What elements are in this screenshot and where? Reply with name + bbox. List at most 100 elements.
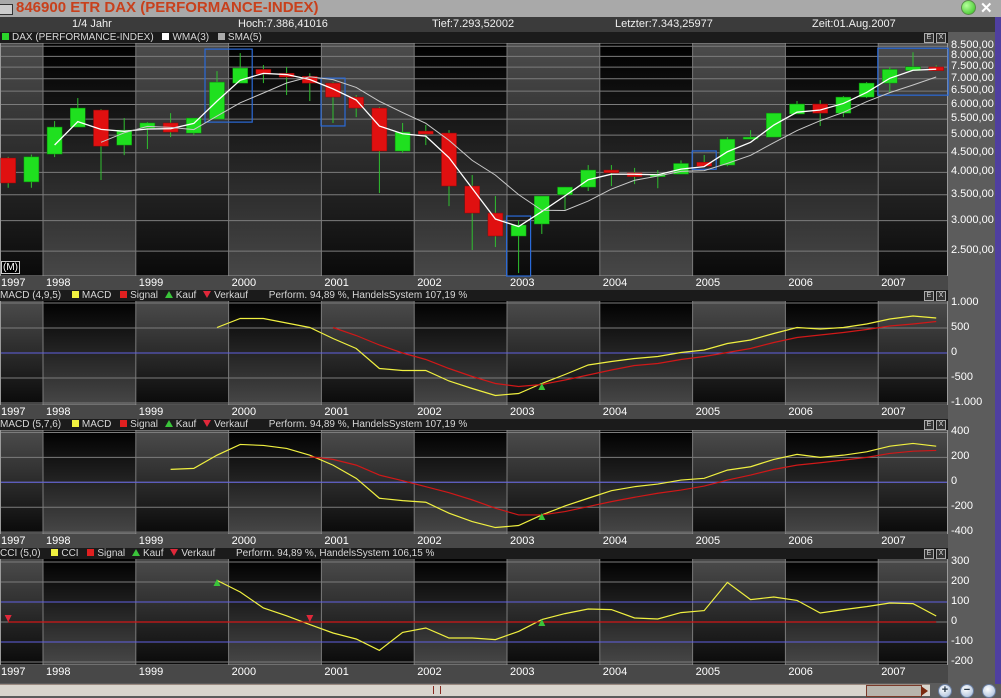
panel-menu-button[interactable]: E (924, 33, 934, 43)
panel-3 (0, 557, 948, 683)
chart-canvas[interactable] (0, 0, 1001, 695)
signal-color-swatch (120, 291, 128, 298)
main-legend: DAX (PERFORMANCE-INDEX) WMA(3) SMA(5) (0, 32, 948, 43)
candle-up (557, 186, 573, 196)
year-label: 2002 (417, 666, 442, 678)
year-band (43, 43, 136, 276)
year-label: 2003 (510, 406, 535, 418)
close-window-button[interactable]: ✕ (980, 0, 993, 17)
panel-menu-button[interactable]: E (924, 420, 934, 430)
buy-triangle-icon (164, 420, 173, 427)
year-band (692, 558, 786, 665)
scrollbar-grip[interactable] (433, 686, 441, 694)
last-value: Letzter:7.343,25977 (615, 18, 713, 30)
y-tick-label: -400 (951, 525, 974, 538)
dax-color-swatch (2, 33, 9, 40)
candle-down (464, 185, 480, 214)
wma-color-swatch (162, 33, 170, 40)
scrollbar-thumb[interactable] (866, 685, 922, 697)
y-tick-label: 200 (951, 575, 970, 587)
year-label: 2007 (881, 406, 906, 418)
year-band (599, 43, 693, 276)
y-tick-label: 6.500,00 (951, 84, 994, 97)
year-label: 1997 (1, 666, 26, 678)
macd2-title: MACD (5,7,6) (0, 419, 62, 430)
y-tick-label: 5.500,00 (951, 112, 994, 125)
buy-triangle-icon (164, 291, 173, 298)
period-label[interactable]: 1/4 Jahr (72, 18, 112, 30)
year-band (135, 558, 229, 665)
candle-down (418, 130, 434, 135)
year-label: 2002 (417, 277, 442, 289)
y-tick-label: 300 (951, 555, 970, 567)
legend-buy: Kauf (142, 548, 164, 559)
year-band (43, 558, 136, 665)
legend-sma: SMA(5) (227, 32, 262, 43)
legend-sell: Verkauf (181, 548, 216, 559)
scale-mode-label[interactable]: (M) (1, 261, 20, 274)
panel-menu-button[interactable]: E (924, 291, 934, 301)
year-band (507, 43, 600, 276)
y-tick-label: 1.000 (951, 296, 979, 308)
year-label: 2007 (881, 666, 906, 678)
legend-sell: Verkauf (214, 290, 249, 301)
y-tick-label: 0 (951, 346, 958, 358)
year-label: 1998 (46, 277, 71, 289)
buy-triangle-icon (131, 549, 140, 556)
time-scrollbar[interactable] (0, 684, 930, 696)
year-label: 1999 (138, 406, 164, 418)
zoom-out-button[interactable]: − (960, 684, 974, 698)
y-tick-label: 3.500,00 (951, 187, 994, 200)
y-tick-label: 400 (951, 425, 970, 438)
year-label: 2005 (695, 535, 721, 547)
y-tick-label: 200 (951, 450, 970, 463)
zoom-reset-button[interactable] (982, 684, 996, 698)
y-tick-label: -200 (951, 655, 974, 667)
year-band (321, 558, 415, 665)
year-label: 2000 (231, 666, 257, 678)
panel-close-button[interactable]: X (936, 549, 946, 559)
y-tick-label: 7.000,00 (951, 71, 994, 84)
y-tick-label: -1.000 (951, 396, 983, 408)
panel-0 (0, 42, 949, 290)
year-label: 2007 (881, 535, 906, 547)
legend-sell: Verkauf (214, 419, 249, 430)
sell-triangle-icon (170, 549, 179, 556)
year-label: 2006 (788, 666, 813, 678)
panel-close-button[interactable]: X (936, 291, 946, 301)
year-band (414, 43, 507, 276)
y-tick-label: 0 (951, 615, 958, 627)
year-label: 2004 (602, 666, 628, 678)
candle-up (139, 122, 156, 129)
status-indicator-icon (961, 0, 976, 15)
macd2-legend: MACD (5,7,6) MACD Signal Kauf Verkauf Pe… (0, 419, 948, 430)
panel-menu-button[interactable]: E (924, 549, 934, 559)
panel-close-button[interactable]: X (936, 33, 946, 43)
panel-close-button[interactable]: X (936, 420, 946, 430)
candle-down (441, 132, 457, 187)
candle-up (70, 107, 86, 128)
candle-down (371, 107, 388, 152)
year-label: 1998 (46, 406, 71, 418)
time-value: Zeit:01.Aug.2007 (812, 18, 896, 30)
year-label: 2002 (417, 535, 442, 547)
legend-macd: MACD (81, 290, 112, 301)
y-tick-label: -500 (951, 371, 974, 383)
performance-text: Perform. 94,89 %, HandelsSystem 106,15 % (236, 548, 435, 559)
year-band (599, 558, 693, 665)
year-label: 1999 (138, 535, 164, 547)
year-label: 2001 (324, 277, 349, 289)
window-border (995, 17, 1001, 684)
legend-signal: Signal (97, 548, 126, 559)
year-label: 1998 (46, 535, 71, 547)
year-label: 2003 (510, 277, 535, 289)
signal-color-swatch (87, 549, 95, 556)
year-label: 1999 (138, 277, 164, 289)
pin-icon[interactable] (0, 4, 13, 15)
zoom-in-button[interactable]: + (938, 684, 952, 698)
year-band (507, 558, 600, 665)
y-tick-label: 100 (951, 595, 970, 607)
sell-triangle-icon (203, 291, 212, 298)
signal-color-swatch (120, 420, 128, 427)
legend-signal: Signal (130, 419, 158, 430)
